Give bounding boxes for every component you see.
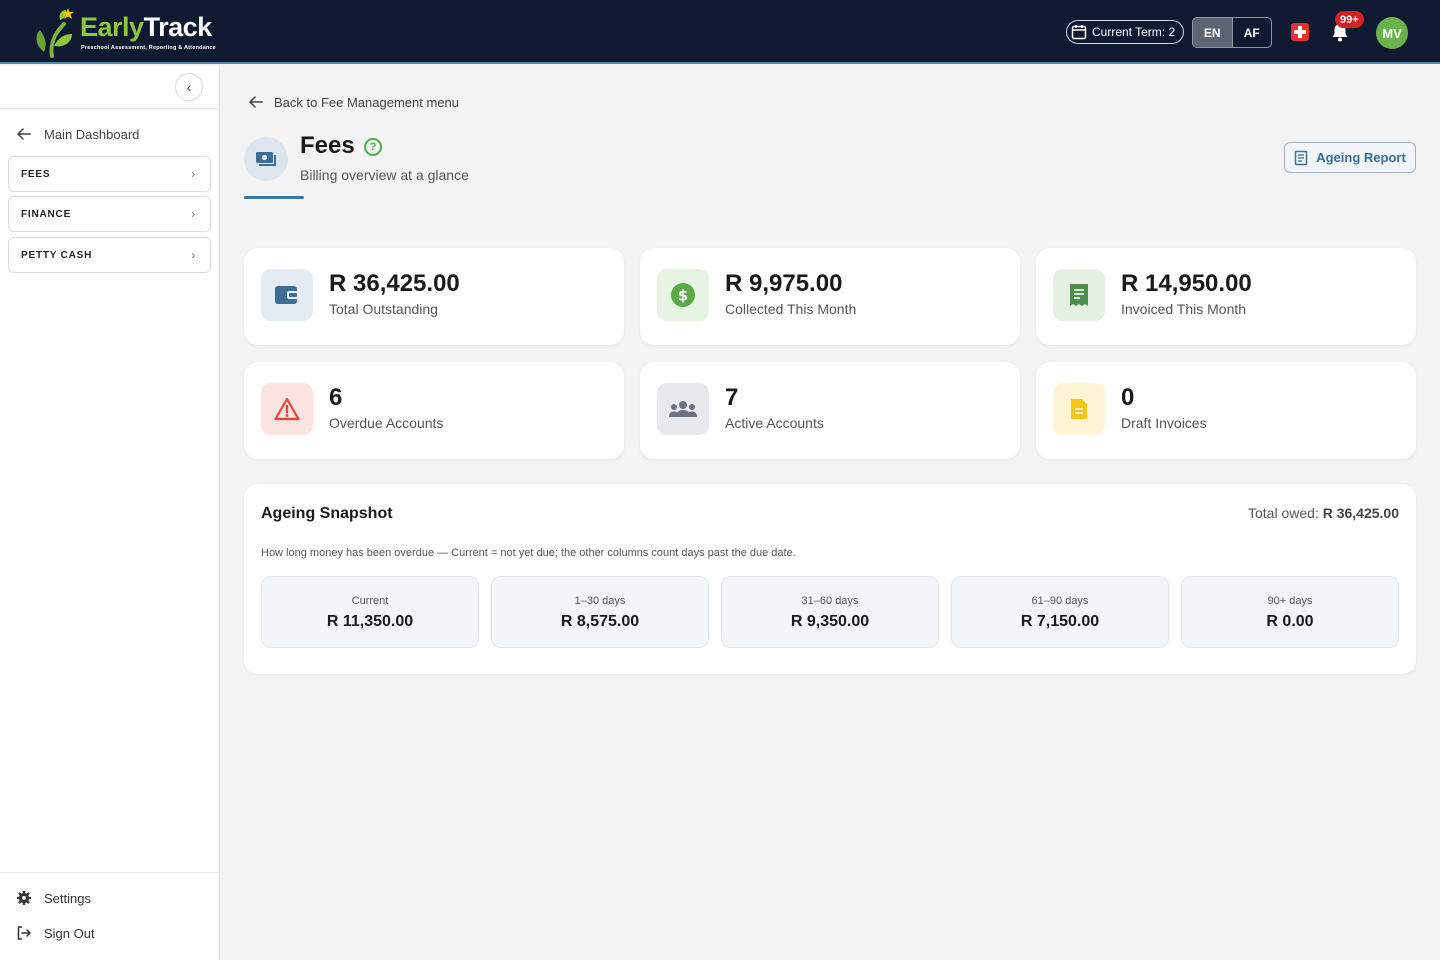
chevron-right-icon: › [191,207,196,221]
lang-af-button[interactable]: AF [1233,18,1272,47]
bucket-label: 61–90 days [1031,595,1089,607]
main-dashboard-label: Main Dashboard [44,126,140,142]
users-icon [657,383,709,435]
stat-label: Invoiced This Month [1121,301,1247,317]
ageing-bucket-61-90: 61–90 days R 7,150.00 [951,576,1169,648]
stat-value: R 36,425.00 [329,270,460,297]
first-aid-icon[interactable] [1291,23,1309,41]
help-icon[interactable]: ? [364,138,382,156]
report-icon [1294,150,1308,165]
settings-label: Settings [44,890,91,906]
ageing-bucket-1-30: 1–30 days R 8,575.00 [491,576,709,648]
warning-icon [261,383,313,435]
current-term-button[interactable]: Current Term: 2 [1066,20,1185,44]
bucket-value: R 7,150.00 [1020,613,1100,630]
stat-card-overdue-accounts: 6 Overdue Accounts [244,362,624,459]
chevron-right-icon: › [191,167,196,181]
svg-text:$: $ [678,287,688,305]
sidebar-divider [0,108,219,109]
bucket-label: 31–60 days [801,595,859,607]
ageing-bucket-31-60: 31–60 days R 9,350.00 [721,576,939,648]
stat-card-draft-invoices: 0 Draft Invoices [1036,362,1416,459]
bucket-label: Current [351,595,389,607]
back-link-label: Back to Fee Management menu [274,94,459,110]
calendar-icon [1071,25,1087,40]
dollar-icon: $ [657,269,709,321]
receipt-icon [1053,269,1105,321]
stat-label: Total Outstanding [329,301,438,317]
sign-out-link[interactable]: Sign Out [16,925,95,941]
ageing-snapshot-title: Ageing Snapshot [261,505,393,522]
gear-icon [17,891,31,905]
stat-value: 7 [725,384,739,411]
brand-tagline: Preschool Assessment, Reporting & Attend… [81,45,216,51]
current-term-label: Current Term: 2 [1092,25,1176,39]
sidebar-item-finance[interactable]: FINANCE › [8,196,211,232]
sidebar-item-label: PETTY CASH [21,249,93,261]
stat-label: Overdue Accounts [329,415,444,431]
bucket-value: R 11,350.00 [326,613,414,630]
bucket-label: 1–30 days [574,595,626,607]
bucket-value: R 0.00 [1266,613,1314,630]
arrow-left-icon [249,96,263,108]
settings-link[interactable]: Settings [16,890,91,906]
collapse-sidebar-button[interactable]: ‹ [175,73,203,101]
bucket-label: 90+ days [1267,595,1313,607]
back-to-fee-management-link[interactable]: Back to Fee Management menu [248,94,459,110]
stat-card-active-accounts: 7 Active Accounts [640,362,1020,459]
app-logo[interactable]: EarlyTrack Preschool Assessment, Reporti… [30,6,240,58]
wallet-icon [261,269,313,321]
ageing-bucket-90-plus: 90+ days R 0.00 [1181,576,1399,648]
top-bar: EarlyTrack Preschool Assessment, Reporti… [0,0,1440,64]
lang-en-button[interactable]: EN [1193,18,1232,47]
ageing-report-button[interactable]: Ageing Report [1284,142,1416,173]
stat-card-total-outstanding: R 36,425.00 Total Outstanding [244,248,624,345]
stat-label: Collected This Month [725,301,857,317]
sidebar: ‹ Main Dashboard FEES › FINANCE › PETTY … [0,66,220,960]
stat-card-invoiced-this-month: R 14,950.00 Invoiced This Month [1036,248,1416,345]
stat-label: Active Accounts [725,415,824,431]
sidebar-item-fees[interactable]: FEES › [8,156,211,192]
brand-name: EarlyTrack [80,12,212,43]
stat-value: 0 [1121,384,1135,411]
bucket-value: R 8,575.00 [560,613,640,630]
money-icon [256,152,276,166]
total-owed: Total owed: R 36,425.00 [1248,505,1399,521]
brand-early: Early [80,12,144,42]
main-dashboard-link[interactable]: Main Dashboard [16,126,139,142]
arrow-left-icon [17,128,31,140]
chevron-left-icon: ‹ [186,79,192,95]
sign-out-icon [17,926,31,940]
stat-label: Draft Invoices [1121,415,1207,431]
ageing-description: How long money has been overdue — Curren… [261,547,796,559]
stat-value: R 9,975.00 [725,270,843,297]
sidebar-item-label: FINANCE [21,208,72,220]
ageing-snapshot-panel: Ageing Snapshot Total owed: R 36,425.00 … [244,484,1416,674]
document-icon [1053,383,1105,435]
total-owed-value: R 36,425.00 [1322,505,1399,521]
ageing-bucket-current: Current R 11,350.00 [261,576,479,648]
stat-card-collected-this-month: $ R 9,975.00 Collected This Month [640,248,1020,345]
user-avatar[interactable]: MV [1376,17,1408,49]
notification-badge: 99+ [1335,11,1364,28]
title-underline [244,196,304,199]
stat-value: R 14,950.00 [1121,270,1252,297]
language-switcher: EN AF [1192,17,1272,48]
brand-track: Track [143,12,213,42]
chevron-right-icon: › [191,248,196,262]
stat-value: 6 [329,384,343,411]
sidebar-bottom-divider [0,872,219,873]
fees-page-icon [244,137,288,181]
page-title: Fees [300,132,355,159]
sign-out-label: Sign Out [44,925,95,941]
bucket-value: R 9,350.00 [790,613,870,630]
page-subtitle: Billing overview at a glance [300,167,469,183]
ageing-report-label: Ageing Report [1316,150,1406,165]
sidebar-item-label: FEES [21,168,51,180]
total-owed-label: Total owed: [1247,505,1319,521]
logo-sprout-icon [36,8,74,58]
sidebar-item-petty-cash[interactable]: PETTY CASH › [8,237,211,273]
